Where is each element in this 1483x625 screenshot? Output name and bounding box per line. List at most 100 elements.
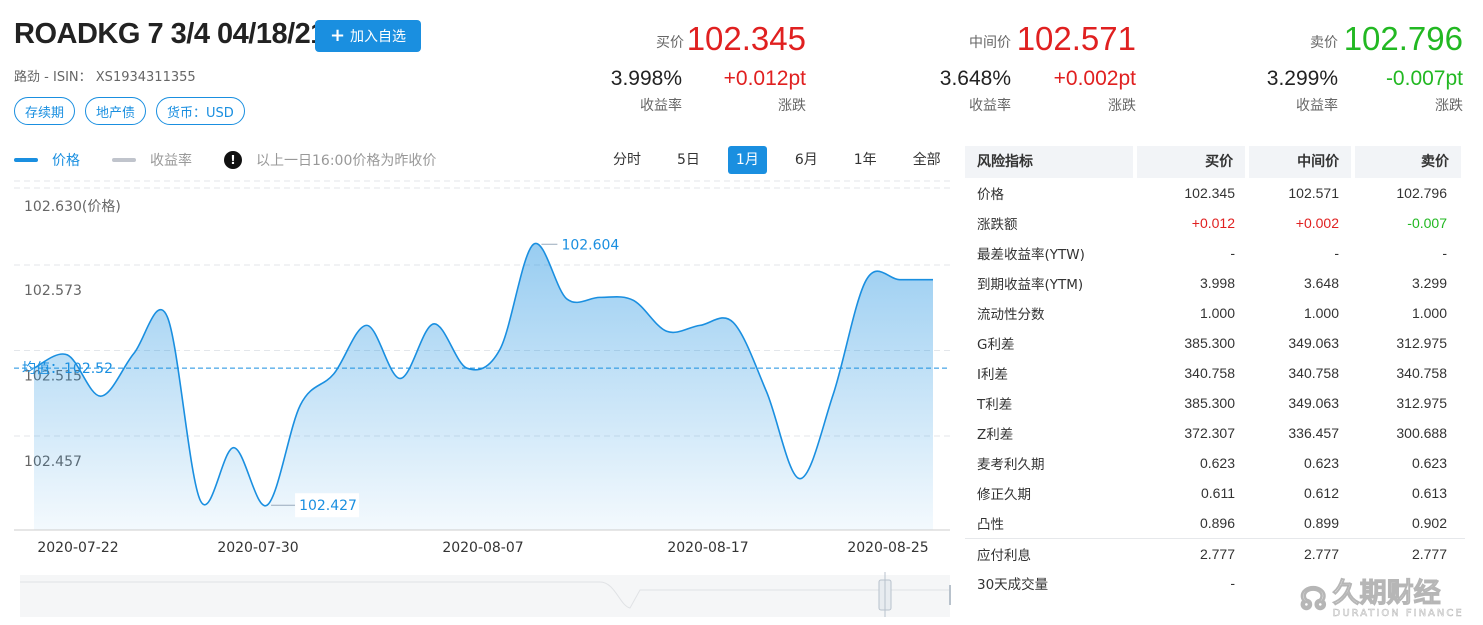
quote-bid-yield: 3.998% <box>610 67 682 90</box>
risk-table-body: 价格 102.345 102.571 102.796 涨跌额 +0.012 +0.002 -0… <box>965 178 1465 598</box>
row-label: I利差 <box>977 367 1008 383</box>
quote-ask-change-label: 涨跌 <box>1435 98 1463 114</box>
row-value: 1.000 <box>1199 305 1235 321</box>
row-value: 102.345 <box>1184 185 1235 201</box>
quote-bid-change-label: 涨跌 <box>778 98 806 114</box>
row-value: -0.007 <box>1407 215 1447 231</box>
row-value: 0.623 <box>1411 455 1447 471</box>
tag-currency[interactable]: 货币：USD <box>156 97 245 125</box>
row-label: 涨跌额 <box>977 217 1018 233</box>
row-value: 3.998 <box>1199 275 1235 291</box>
legend-yield-label: 收益率 <box>150 153 192 169</box>
row-value: - <box>1334 245 1339 261</box>
header-ask: 卖价 <box>1355 146 1461 178</box>
legend-yield-swatch <box>112 158 136 162</box>
risk-table: 风险指标 买价 中间价 卖价 价格 102.345 102.571 102.796 涨跌… <box>965 146 1465 598</box>
risk-table-header: 风险指标 买价 中间价 卖价 <box>965 146 1465 178</box>
legend-price[interactable]: 价格 <box>14 150 80 170</box>
quote-bid-label: 买价 <box>656 35 684 51</box>
y-tick-label: 102.573 <box>24 283 82 299</box>
row-label: 30天成交量 <box>977 577 1049 593</box>
header-bid: 买价 <box>1137 146 1246 178</box>
range-tab-4[interactable]: 1年 <box>846 146 885 174</box>
table-row: 最差收益率(YTW) - - - <box>965 238 1465 268</box>
row-value: - <box>1442 245 1447 261</box>
row-value: 0.902 <box>1411 515 1447 531</box>
row-value: 1.000 <box>1303 305 1339 321</box>
quote-bid: 买价 102.345 3.998% 收益率 +0.012pt 涨跌 <box>486 20 816 120</box>
table-row: 麦考利久期 0.623 0.623 0.623 <box>965 448 1465 478</box>
row-value: - <box>1230 575 1235 591</box>
watermark-en: DURATION FINANCE <box>1332 608 1464 620</box>
row-value: 312.975 <box>1396 335 1447 351</box>
quote-mid-change-label: 涨跌 <box>1108 98 1136 114</box>
watermark-cn: 久期财经 <box>1332 578 1441 609</box>
price-chart: 102.457102.515102.573102.630(价格)均值：102.5… <box>14 180 951 617</box>
x-tick-label: 2020-07-30 <box>217 540 298 556</box>
range-tab-2[interactable]: 1月 <box>727 146 767 174</box>
row-value: 0.623 <box>1199 455 1235 471</box>
watermark: ☊ 久期财经 DURATION FINANCE <box>1299 578 1464 620</box>
row-label: 应付利息 <box>977 547 1031 564</box>
tag-sector[interactable]: 地产债 <box>85 97 147 125</box>
isin-label: ISIN： <box>52 70 92 85</box>
row-value: 385.300 <box>1184 395 1235 411</box>
row-label: 到期收益率(YTM) <box>977 277 1084 293</box>
range-tab-0[interactable]: 分时 <box>605 146 649 174</box>
row-value: 2.777 <box>1303 545 1339 562</box>
row-value: +0.012 <box>1191 215 1235 231</box>
header-indicator: 风险指标 <box>965 146 1134 178</box>
row-value: 3.648 <box>1303 275 1339 291</box>
mean-label: 均值：102.52 <box>22 361 113 377</box>
row-value: 0.611 <box>1201 485 1235 501</box>
row-label: 价格 <box>977 187 1004 203</box>
table-row: 流动性分数 1.000 1.000 1.000 <box>965 298 1465 328</box>
row-value: 336.457 <box>1288 425 1339 441</box>
row-label: 最差收益率(YTW) <box>977 247 1085 263</box>
exclamation-icon: ! <box>224 151 242 169</box>
row-value: 3.299 <box>1411 275 1447 291</box>
row-value: - <box>1230 245 1235 261</box>
add-watchlist-button[interactable]: + 加入自选 <box>315 20 421 52</box>
legend-note: ! 以上一日16:00价格为昨收价 <box>224 150 436 170</box>
quote-mid-yield: 3.648% <box>939 67 1011 90</box>
range-tab-3[interactable]: 6月 <box>787 146 826 174</box>
row-label: 修正久期 <box>977 487 1031 503</box>
legend-price-label: 价格 <box>52 153 80 169</box>
row-value: 2.777 <box>1411 545 1447 562</box>
quote-mid: 中间价 102.571 3.648% 收益率 +0.002pt 涨跌 <box>816 20 1146 120</box>
table-row: T利差 385.300 349.063 312.975 <box>965 388 1465 418</box>
min-label: 102.427 <box>299 498 357 514</box>
tag-status[interactable]: 存续期 <box>14 97 76 125</box>
quote-bid-change: +0.012pt <box>723 67 806 90</box>
quote-ask-yield: 3.299% <box>1266 67 1338 90</box>
tag-list: 存续期 地产债 货币：USD <box>14 97 245 125</box>
row-value: 340.758 <box>1184 365 1235 381</box>
range-tab-1[interactable]: 5日 <box>669 146 708 174</box>
row-value: 349.063 <box>1288 335 1339 351</box>
row-value: +0.002 <box>1295 215 1339 231</box>
quote-ask-price: 102.796 <box>1343 20 1463 57</box>
range-tab-5[interactable]: 全部 <box>905 146 949 174</box>
quote-ask-change: -0.007pt <box>1385 67 1463 90</box>
row-value: 372.307 <box>1184 425 1235 441</box>
row-value: 385.300 <box>1184 335 1235 351</box>
header-mid: 中间价 <box>1249 146 1352 178</box>
row-value: 102.796 <box>1396 185 1447 201</box>
quote-mid-yield-label: 收益率 <box>969 98 1011 114</box>
max-label: 102.604 <box>561 237 619 253</box>
row-value: 102.571 <box>1288 185 1339 201</box>
table-row: 涨跌额 +0.012 +0.002 -0.007 <box>965 208 1465 238</box>
x-tick-label: 2020-08-17 <box>667 540 748 556</box>
x-tick-label: 2020-08-07 <box>442 540 523 556</box>
legend-yield[interactable]: 收益率 <box>112 150 192 170</box>
quote-mid-change: +0.002pt <box>1053 67 1136 90</box>
table-row: Z利差 372.307 336.457 300.688 <box>965 418 1465 448</box>
isin-code: XS1934311355 <box>95 70 196 85</box>
navigator-track <box>20 575 950 617</box>
quote-mid-label: 中间价 <box>969 35 1011 51</box>
row-label: G利差 <box>977 337 1015 353</box>
logo-icon: ☊ <box>1299 582 1327 617</box>
chart-legend: 价格 收益率 ! 以上一日16:00价格为昨收价 <box>14 150 468 170</box>
quote-ask-yield-label: 收益率 <box>1296 98 1338 114</box>
